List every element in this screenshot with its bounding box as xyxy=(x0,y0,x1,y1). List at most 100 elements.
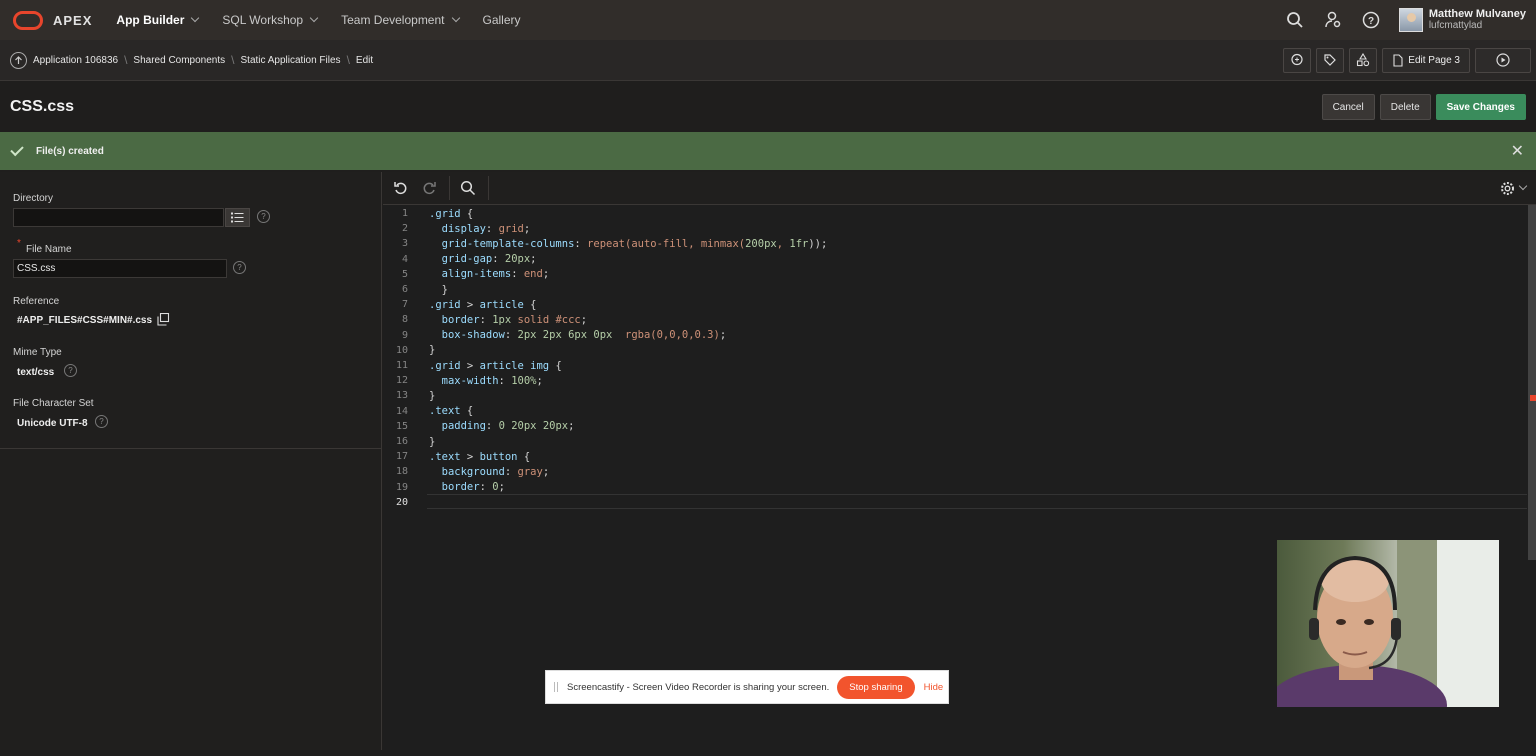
code-line[interactable]: 2 display: grid; xyxy=(383,221,1523,236)
menu-item-label: Gallery xyxy=(482,13,521,27)
menu-item-team-development[interactable]: Team Development xyxy=(341,13,460,27)
code-token: ; xyxy=(536,374,543,387)
code-text: } xyxy=(429,284,448,296)
code-line[interactable]: 9 box-shadow: 2px 2px 6px 0px rgba(0,0,0… xyxy=(383,328,1523,343)
code-line[interactable]: 17 .text > button { xyxy=(383,449,1523,464)
feedback-button[interactable] xyxy=(1283,47,1312,73)
code-token: } xyxy=(429,435,436,448)
code-line[interactable]: 7 .grid > article { xyxy=(383,297,1523,312)
copy-icon[interactable] xyxy=(157,312,170,331)
code-token: > xyxy=(460,450,480,463)
page-title-bar: CSS.css Cancel Delete Save Changes xyxy=(0,82,1536,132)
code-token: ; xyxy=(498,481,505,494)
breadcrumb-item[interactable]: Shared Components xyxy=(133,55,225,66)
code-token: 1fr xyxy=(789,237,809,250)
directory-label: Directory xyxy=(13,193,54,204)
code-line[interactable]: 10} xyxy=(383,343,1523,358)
chevron-down-icon xyxy=(309,13,319,23)
code-line[interactable]: 20 xyxy=(383,495,1523,510)
code-line[interactable]: 3 grid-template-columns: repeat(auto-fil… xyxy=(383,236,1523,251)
success-message: File(s) created ✕ xyxy=(0,132,1536,170)
code-token: { xyxy=(549,359,562,372)
code-token: } xyxy=(429,344,436,357)
code-line[interactable]: 16} xyxy=(383,434,1523,449)
undo-icon[interactable] xyxy=(391,178,411,198)
help-icon[interactable]: ? xyxy=(95,415,108,428)
user-avatar[interactable] xyxy=(1398,8,1423,32)
file-name-input[interactable]: CSS.css xyxy=(13,259,227,278)
breadcrumb-item[interactable]: Application 106836 xyxy=(33,55,118,66)
code-token: .text xyxy=(429,405,461,418)
search-icon[interactable] xyxy=(1285,10,1305,30)
delete-button[interactable]: Delete xyxy=(1379,94,1431,120)
hide-button[interactable]: Hide xyxy=(924,682,944,693)
team-dev-button[interactable] xyxy=(1316,47,1345,73)
help-icon[interactable]: ? xyxy=(64,364,77,377)
code-line[interactable]: 18 background: gray; xyxy=(383,464,1523,479)
redo-icon[interactable] xyxy=(419,178,439,198)
mime-type-label: Mime Type xyxy=(13,347,62,358)
scrollbar-marker xyxy=(1530,395,1536,401)
code-line[interactable]: 11 .grid > article img { xyxy=(383,358,1523,373)
code-line[interactable]: 14 .text { xyxy=(383,404,1523,419)
breadcrumb-item[interactable]: Static Application Files xyxy=(241,55,341,66)
code-token: 100% xyxy=(511,374,537,387)
code-line[interactable]: 15 padding: 0 20px 20px; xyxy=(383,419,1523,434)
page-title: CSS.css xyxy=(10,98,75,115)
code-token: 200px xyxy=(745,237,777,250)
code-text: .grid > article img { xyxy=(429,360,562,372)
edit-page-button[interactable]: Edit Page 3 xyxy=(1382,47,1470,73)
code-text: .grid { xyxy=(429,208,473,220)
code-line[interactable]: 6 } xyxy=(383,282,1523,297)
menu-item-gallery[interactable]: Gallery xyxy=(483,13,521,27)
line-number: 7 xyxy=(401,299,408,311)
run-button[interactable] xyxy=(1475,47,1531,73)
user-menu[interactable]: Matthew Mulvaney lufcmattylad xyxy=(1429,8,1526,32)
play-icon xyxy=(1496,53,1510,67)
screen-share-notification: Screencastify - Screen Video Recorder is… xyxy=(545,670,949,704)
code-token: .grid xyxy=(429,359,461,372)
close-icon[interactable]: ✕ xyxy=(1511,141,1524,161)
up-arrow-icon[interactable] xyxy=(10,51,27,69)
drag-handle-icon[interactable] xyxy=(554,682,558,692)
user-id: lufcmattylad xyxy=(1428,20,1483,31)
code-token: { xyxy=(460,405,474,418)
help-icon[interactable]: ? xyxy=(233,261,246,274)
save-changes-button[interactable]: Save Changes xyxy=(1435,94,1526,120)
code-line[interactable]: 4 grid-gap: 20px; xyxy=(383,252,1523,267)
code-token: repeat(auto-fill, minmax( xyxy=(587,237,746,250)
file-properties-form: Directory ? * File Name CSS.css ? Refere… xyxy=(0,172,382,750)
apex-logo[interactable]: APEX xyxy=(13,10,92,30)
list-of-values-button[interactable] xyxy=(225,208,250,227)
divider xyxy=(0,448,382,449)
help-icon[interactable]: ? xyxy=(1361,10,1381,30)
code-line[interactable]: 19 border: 0; xyxy=(383,480,1523,495)
stop-sharing-button[interactable]: Stop sharing xyxy=(837,675,915,699)
help-icon[interactable]: ? xyxy=(257,210,270,223)
code-line[interactable]: 8 border: 1px solid #ccc; xyxy=(383,312,1523,327)
chat-icon xyxy=(1291,53,1303,66)
code-line[interactable]: 12 max-width: 100%; xyxy=(383,373,1523,388)
line-number: 16 xyxy=(395,436,408,448)
shapes-icon xyxy=(1357,53,1370,67)
editor-settings-button[interactable] xyxy=(1500,181,1528,196)
code-text: grid-gap: 20px; xyxy=(429,253,537,265)
line-number: 5 xyxy=(401,268,408,280)
administration-icon[interactable] xyxy=(1323,10,1343,30)
code-token: border xyxy=(429,313,480,326)
code-line[interactable]: 13} xyxy=(383,388,1523,403)
code-token: : xyxy=(574,237,588,250)
top-navigation-bar: APEX App Builder SQL Workshop Team Develop… xyxy=(0,0,1536,40)
editor-scrollbar[interactable] xyxy=(1528,205,1536,560)
line-number: 2 xyxy=(401,223,408,235)
code-line[interactable]: 1 .grid { xyxy=(383,206,1523,221)
directory-input[interactable] xyxy=(13,208,224,227)
menu-item-app-builder[interactable]: App Builder xyxy=(116,13,200,27)
code-line[interactable]: 5 align-items: end; xyxy=(383,267,1523,282)
code-token: 1px xyxy=(492,313,512,326)
menu-item-sql-workshop[interactable]: SQL Workshop xyxy=(222,13,319,27)
find-icon[interactable] xyxy=(458,178,478,198)
shared-components-button[interactable] xyxy=(1349,47,1378,73)
cancel-button[interactable]: Cancel xyxy=(1321,94,1375,120)
mime-type-value: text/css xyxy=(17,367,55,378)
